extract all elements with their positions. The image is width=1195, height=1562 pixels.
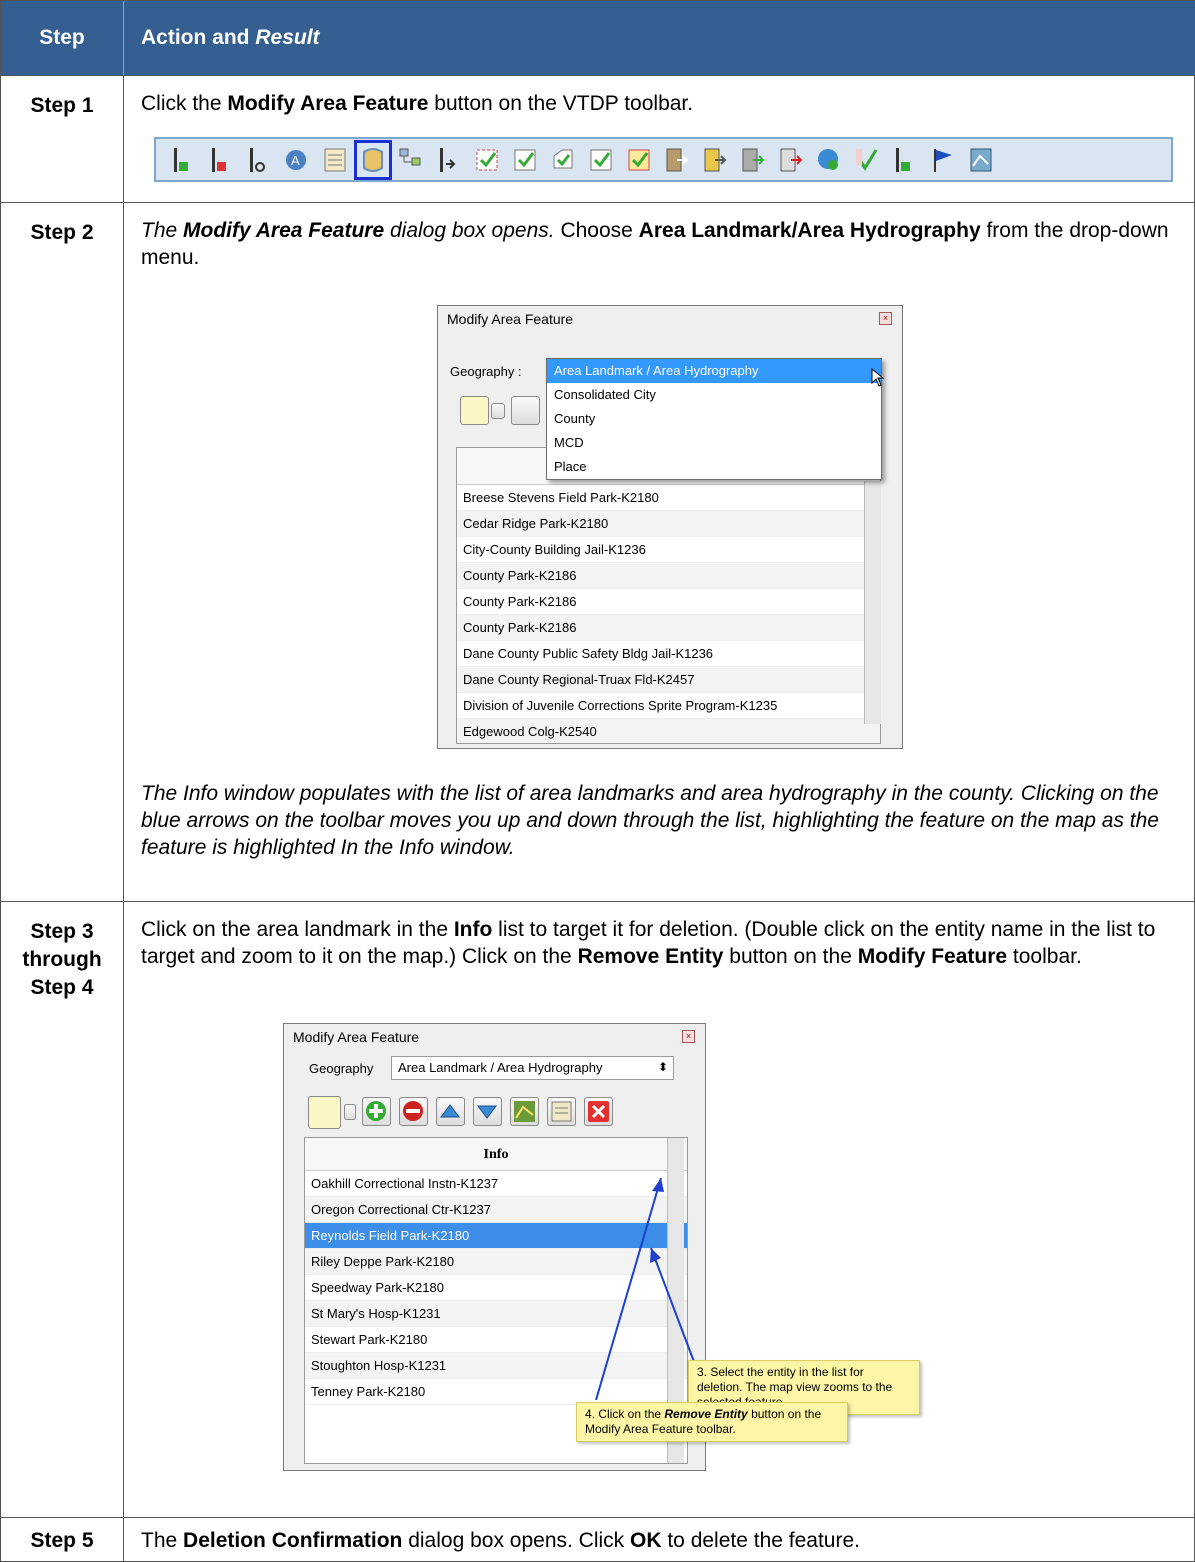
note4-text-1: 4. Click on the bbox=[585, 1407, 665, 1421]
callout-arrows bbox=[595, 1177, 697, 1401]
note4-text-2: Remove Entity bbox=[664, 1407, 748, 1421]
callout-note-4: 4. Click on the Remove Entity button on … bbox=[576, 1402, 848, 1442]
